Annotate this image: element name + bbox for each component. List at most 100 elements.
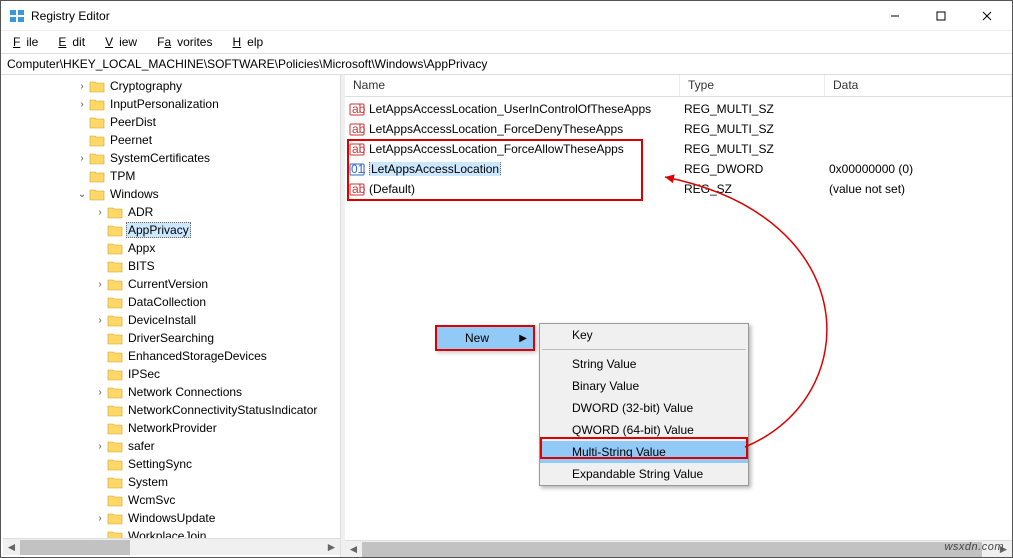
context-item[interactable]: Multi-String Value [540,441,748,463]
chevron-right-icon[interactable]: › [93,207,107,218]
scroll-left-button[interactable]: ◄ [3,539,20,556]
watermark: wsxdn.com [944,541,1004,553]
chevron-right-icon[interactable]: › [93,513,107,524]
chevron-right-icon[interactable]: › [75,99,89,110]
tree-item[interactable]: System [93,473,340,491]
string-icon: ab [349,101,365,117]
folder-icon [107,277,123,291]
tree-item-label: DataCollection [126,295,208,309]
titlebar[interactable]: Registry Editor [1,1,1012,31]
column-data[interactable]: Data [825,75,1012,96]
tree-item[interactable]: WcmSvc [93,491,340,509]
folder-icon [107,349,123,363]
folder-icon [89,169,105,183]
minimize-button[interactable] [872,1,918,31]
context-item-new[interactable]: New▶ [437,327,533,349]
value-type: REG_SZ [684,182,829,196]
context-item[interactable]: DWORD (32-bit) Value [540,397,748,419]
string-icon: ab [349,141,365,157]
app-icon [9,8,25,24]
value-type: REG_MULTI_SZ [684,102,829,116]
string-icon: ab [349,121,365,137]
tree-item[interactable]: ›Cryptography [75,77,340,95]
tree-item[interactable]: Appx [93,239,340,257]
tree-item-label: BITS [126,259,157,273]
context-item[interactable]: Expandable String Value [540,463,748,485]
tree-item[interactable]: › safer [93,437,340,455]
tree-item[interactable]: › ADR [93,203,340,221]
context-item[interactable]: Key [540,324,748,346]
chevron-right-icon[interactable]: › [93,315,107,326]
context-item[interactable]: QWORD (64-bit) Value [540,419,748,441]
value-name: (Default) [369,182,684,196]
folder-icon [107,295,123,309]
folder-icon [89,115,105,129]
tree-item[interactable]: ›InputPersonalization [75,95,340,113]
scroll-thumb[interactable] [20,540,130,555]
folder-icon [89,187,105,201]
tree-item-label: EnhancedStorageDevices [126,349,269,363]
tree-item[interactable]: ›CurrentVersion [93,275,340,293]
folder-icon [107,223,123,237]
tree-item[interactable]: ›DeviceInstall [93,311,340,329]
scroll-right-button[interactable]: ► [323,539,340,556]
tree-item[interactable]: DriverSearching [93,329,340,347]
menubar: File Edit View Favorites Help [1,31,1012,53]
tree-item[interactable]: › WindowsUpdate [93,509,340,527]
value-row[interactable]: abLetAppsAccessLocation_UserInControlOfT… [345,99,1012,119]
folder-icon [107,331,123,345]
value-row[interactable]: ab LetAppsAccessLocation_ForceDenyTheseAp… [345,119,1012,139]
tree-scrollbar-h[interactable]: ◄ ► [3,538,340,555]
tree-item[interactable]: Peernet [75,131,340,149]
tree-item[interactable]: SettingSync [93,455,340,473]
scroll-thumb[interactable] [362,542,982,557]
tree-item[interactable]: PeerDist [75,113,340,131]
value-name: LetAppsAccessLocation_ForceDenyTheseApps [369,122,684,136]
chevron-down-icon[interactable]: ⌄ [75,189,89,200]
chevron-right-icon[interactable]: › [93,279,107,290]
folder-icon [107,385,123,399]
tree-item[interactable]: IPSec [93,365,340,383]
chevron-right-icon[interactable]: › [93,441,107,452]
tree-item[interactable]: BITS [93,257,340,275]
value-row[interactable]: abLetAppsAccessLocation_ForceAllowTheseA… [345,139,1012,159]
tree-item-label: safer [126,439,157,453]
tree-item[interactable]: ›Network Connections [93,383,340,401]
tree-item[interactable]: DataCollection [93,293,340,311]
menu-edit[interactable]: Edit [52,33,97,51]
menu-favorites[interactable]: Favorites [151,33,224,51]
context-item[interactable]: Binary Value [540,375,748,397]
menu-help[interactable]: Help [226,33,275,51]
tree-item[interactable]: NetworkProvider [93,419,340,437]
tree-item[interactable]: ⌄Windows [75,185,340,203]
window-title: Registry Editor [31,9,872,23]
tree-item-label: WindowsUpdate [126,511,217,525]
chevron-right-icon[interactable]: › [75,153,89,164]
context-item[interactable]: String Value [540,353,748,375]
close-button[interactable] [964,1,1010,31]
menu-file[interactable]: File [7,33,50,51]
tree-item[interactable]: EnhancedStorageDevices [93,347,340,365]
address-bar[interactable]: Computer\HKEY_LOCAL_MACHINE\SOFTWARE\Pol… [1,53,1012,75]
chevron-right-icon[interactable]: › [93,387,107,398]
tree-item[interactable]: AppPrivacy [93,221,340,239]
svg-text:ab: ab [352,102,365,116]
scroll-left-button[interactable]: ◄ [345,541,362,558]
list-scrollbar-h[interactable]: ◄ ► [345,540,1012,557]
list-pane[interactable]: Name Type Data abLetAppsAccessLocation_U… [345,75,1012,557]
column-type[interactable]: Type [680,75,825,96]
menu-view[interactable]: View [99,33,149,51]
value-row[interactable]: ab(Default)REG_SZ(value not set) [345,179,1012,199]
column-name[interactable]: Name [345,75,680,96]
context-menu-new[interactable]: New▶ [435,325,535,351]
tree-item-label: ADR [126,205,155,219]
tree-pane[interactable]: ›Cryptography›InputPersonalizationPeerDi… [1,75,341,557]
tree-item[interactable]: ›SystemCertificates [75,149,340,167]
tree-item[interactable]: NetworkConnectivityStatusIndicator [93,401,340,419]
folder-icon [107,205,123,219]
value-row[interactable]: 011LetAppsAccessLocationREG_DWORD0x00000… [345,159,1012,179]
tree-item[interactable]: TPM [75,167,340,185]
maximize-button[interactable] [918,1,964,31]
context-submenu-new: Key String ValueBinary ValueDWORD (32-bit… [539,323,749,486]
chevron-right-icon[interactable]: › [75,81,89,92]
